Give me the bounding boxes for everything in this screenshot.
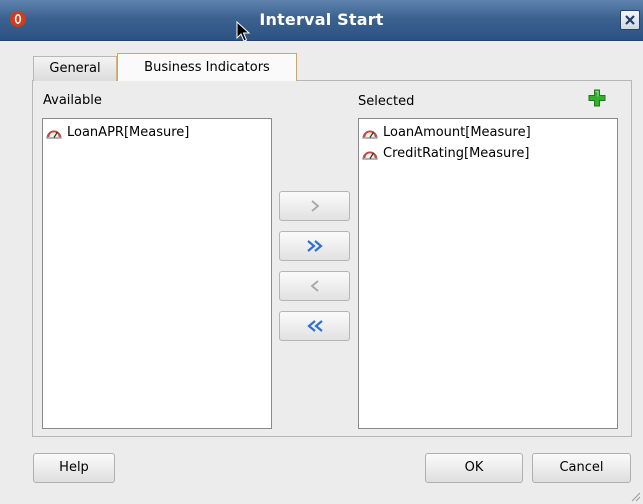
green-plus-icon[interactable]: [588, 89, 606, 107]
move-right-icon: [310, 200, 319, 212]
mouse-pointer-icon: [236, 21, 250, 42]
list-item[interactable]: LoanAmount[Measure]: [359, 122, 617, 143]
close-button[interactable]: [620, 10, 640, 30]
selected-label: Selected: [358, 94, 415, 109]
title-bar[interactable]: Interval Start: [0, 0, 643, 41]
tab-general[interactable]: General: [33, 56, 117, 81]
move-all-left-icon: [306, 320, 323, 332]
move-all-right-button[interactable]: [279, 231, 350, 261]
gauge-icon: [46, 130, 62, 138]
window-title: Interval Start: [259, 10, 384, 29]
available-label: Available: [43, 93, 102, 108]
list-item[interactable]: CreditRating[Measure]: [359, 143, 617, 164]
selected-list[interactable]: LoanAmount[Measure] CreditRating[Measure…: [358, 118, 618, 429]
list-item-label: LoanAPR[Measure]: [67, 124, 190, 140]
move-all-left-button[interactable]: [279, 311, 350, 341]
move-left-button[interactable]: [279, 271, 350, 301]
tab-business-indicators[interactable]: Business Indicators: [117, 53, 297, 81]
help-button[interactable]: Help: [33, 453, 115, 483]
list-item-label: CreditRating[Measure]: [383, 145, 530, 161]
gauge-icon: [362, 151, 378, 159]
available-list[interactable]: LoanAPR[Measure]: [42, 118, 272, 429]
move-right-button[interactable]: [279, 191, 350, 221]
list-item-label: LoanAmount[Measure]: [383, 124, 531, 140]
gauge-icon: [362, 130, 378, 138]
resize-grip-icon[interactable]: [629, 490, 641, 502]
move-all-right-icon: [306, 240, 323, 252]
move-left-icon: [310, 280, 319, 292]
cancel-button[interactable]: Cancel: [532, 453, 631, 483]
ok-button[interactable]: OK: [425, 453, 523, 483]
close-x-icon: [625, 15, 635, 25]
list-item[interactable]: LoanAPR[Measure]: [43, 122, 271, 143]
